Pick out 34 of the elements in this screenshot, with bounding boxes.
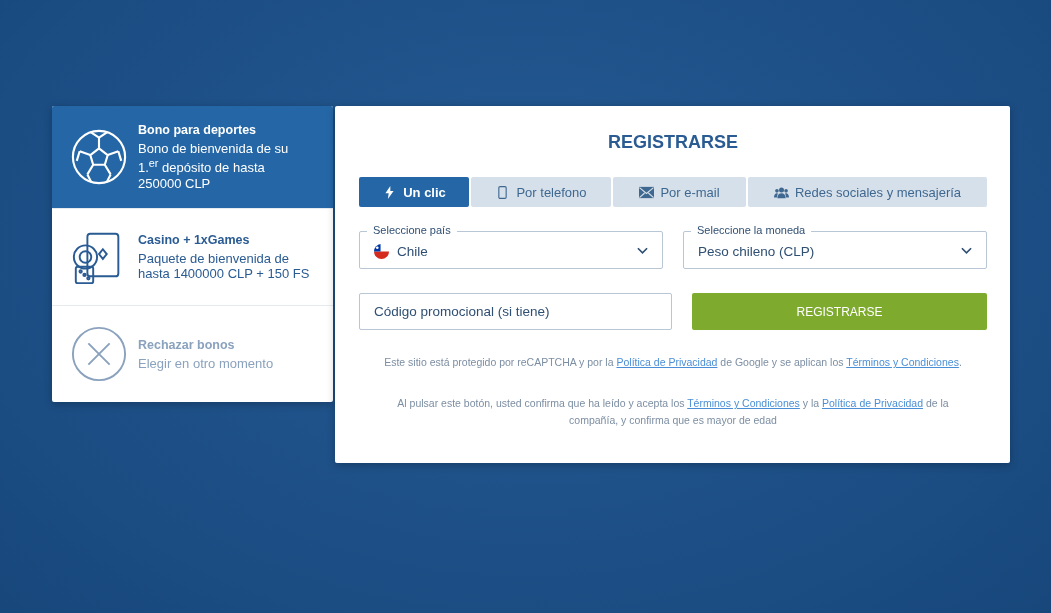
people-icon: [773, 185, 789, 199]
country-value: Chile: [397, 243, 429, 259]
close-circle-icon: [70, 325, 128, 383]
country-select[interactable]: Seleccione país Chile: [359, 223, 663, 269]
register-button[interactable]: REGISTRARSE: [692, 293, 987, 330]
legal-note: Este sitio está protegido por reCAPTCHA y por la Política de Privacidad de Google y se aplican los Términos y Condiciones.: [383, 355, 963, 370]
envelope-icon: [639, 185, 655, 199]
currency-label: Seleccione la moneda: [691, 223, 812, 237]
legal-link[interactable]: Política de Privacidad: [822, 397, 923, 409]
legal-link[interactable]: Términos y Condiciones: [846, 356, 959, 368]
method-tab[interactable]: Por telefono: [471, 177, 611, 207]
bonus-description: Paquete de bienvenida de hasta 1400000 CLP + 150 FS: [138, 251, 311, 281]
method-tab[interactable]: Un clic: [359, 177, 469, 207]
legal-link[interactable]: Política de Privacidad: [616, 356, 718, 368]
bonus-title: Rechazar bonos: [138, 337, 236, 352]
form-title: REGISTRARSE: [607, 132, 739, 153]
chevron-down-icon: [637, 247, 648, 255]
country-label: Seleccione país: [367, 223, 457, 237]
legal-link[interactable]: Términos y Condiciones: [687, 397, 800, 409]
chile-flag-icon: [374, 243, 389, 259]
currency-value: Peso chileno (CLP): [698, 243, 816, 259]
bonus-title: Casino + 1xGames: [138, 233, 251, 247]
bonus-title: Bono para deportes: [138, 123, 258, 138]
bonus-description: Elegir en otro momento: [138, 355, 274, 371]
chevron-down-icon: [961, 247, 972, 255]
promo-code-field[interactable]: Código promocional (si tiene): [359, 293, 672, 330]
bonus-description: Bono de bienvenida de su 1.$^{er}$ depósito de hasta 250000 CLP: [138, 141, 290, 191]
bonus-option[interactable]: Casino + 1xGames Paquete de bienvenida de hasta 1400000 CLP + 150 FS: [52, 209, 333, 306]
method-tab[interactable]: Por e-mail: [613, 177, 746, 207]
currency-select[interactable]: Seleccione la moneda Peso chileno (CLP): [683, 223, 987, 269]
method-tab[interactable]: Redes sociales y mensajería: [748, 177, 987, 207]
bonus-option[interactable]: Bono para deportes Bono de bienvenida de su 1.$^{er}$ depósito de hasta 250000 CLP: [52, 106, 333, 209]
legal-note: Al pulsar este botón, usted confirma que ha leído y acepta los Términos y Condiciones y la Política de Privacidad de la compañía, y confirma que es mayor de edad: [396, 396, 950, 428]
soccer-ball-icon: [70, 128, 128, 186]
